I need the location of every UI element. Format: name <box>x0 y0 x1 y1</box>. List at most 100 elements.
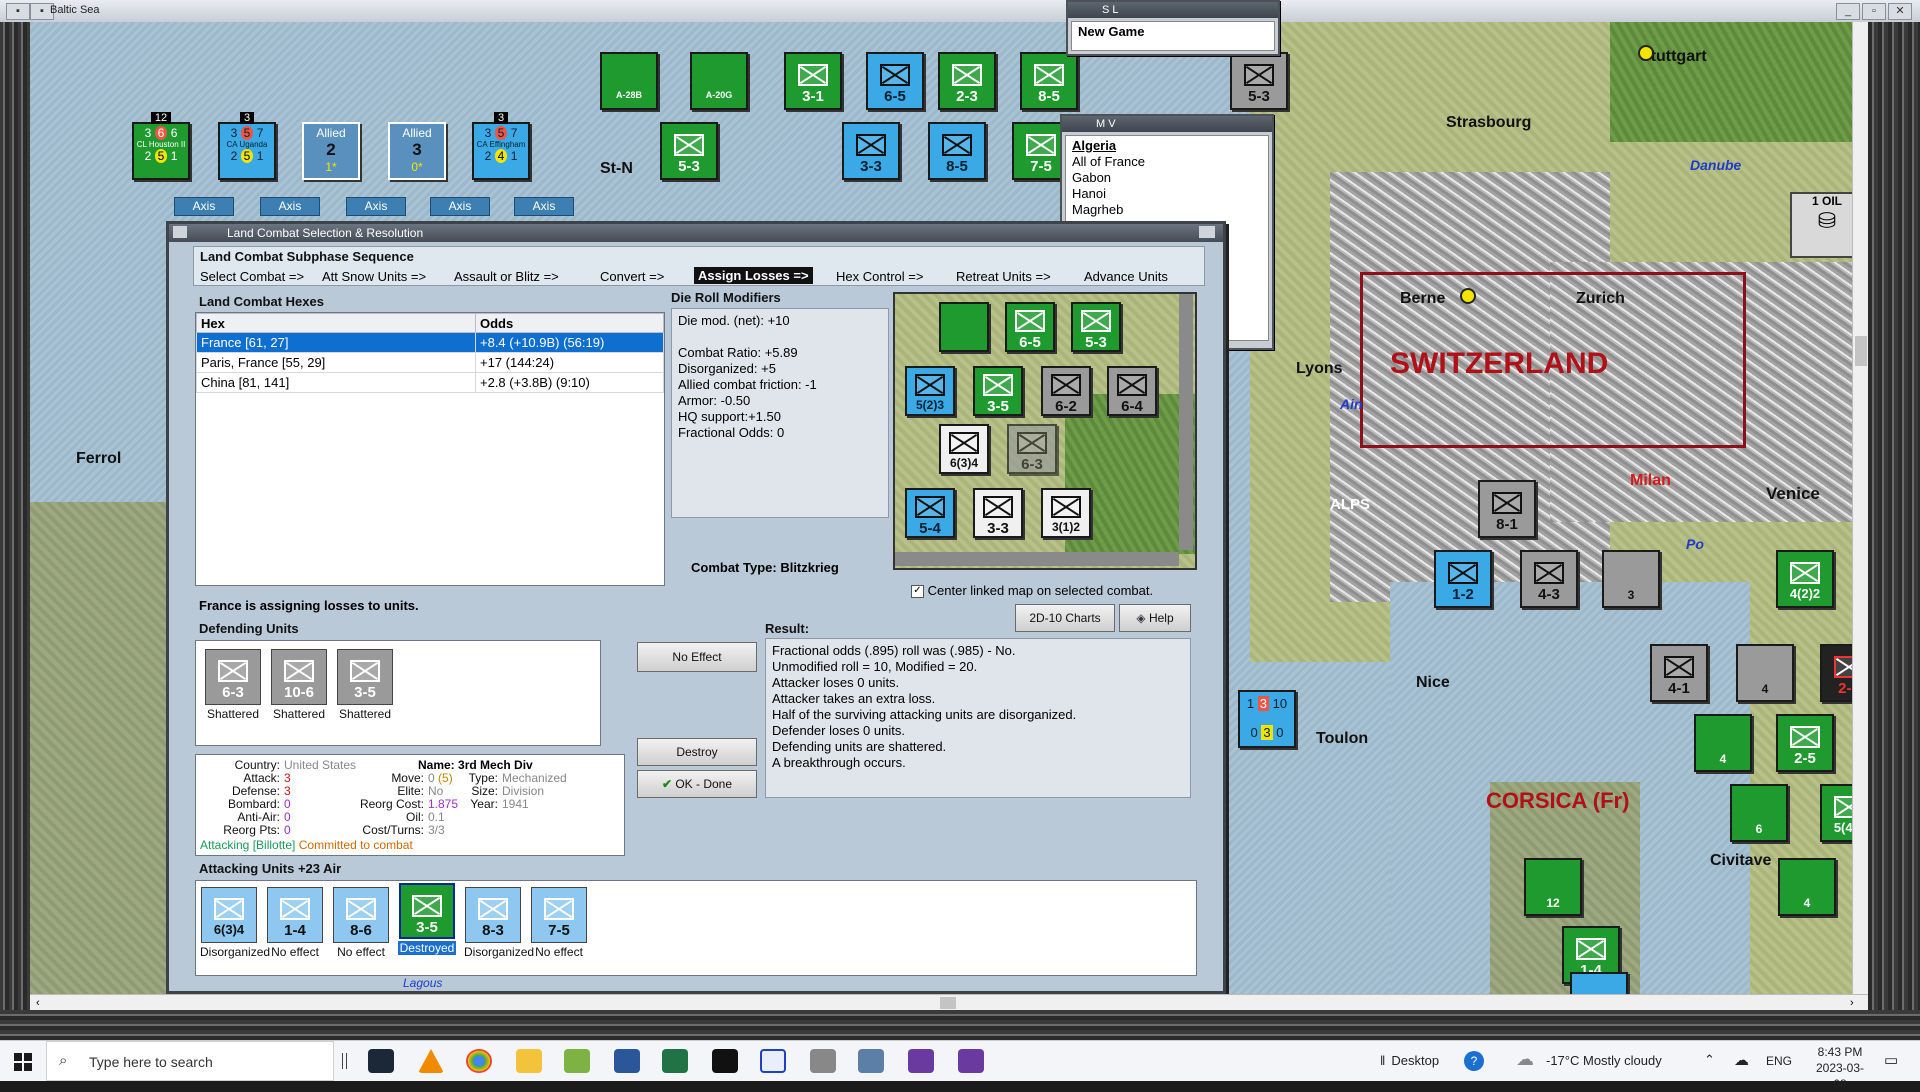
vlc-icon[interactable] <box>418 1049 444 1073</box>
air-unit-a28b[interactable]: A-28B <box>600 52 658 110</box>
map-unit-a30[interactable]: 4 <box>1778 858 1836 916</box>
taskbar-search-box[interactable]: ⌕ Type here to search <box>46 1041 334 1081</box>
naval-unit-effingham[interactable]: 3 3 5 7 CA Effingham 2 4 1 <box>472 112 530 180</box>
map-unit-6-5[interactable]: 6-5 <box>866 52 924 110</box>
mini-unit-5-3[interactable]: 5-3 <box>1071 302 1121 352</box>
air-unit-a20g[interactable]: A-20G <box>690 52 748 110</box>
map-unit-3-3[interactable]: 3-3 <box>842 122 900 180</box>
map-unit-3-1[interactable]: 3-1 <box>784 52 842 110</box>
map-unit-lightning[interactable]: 12 <box>1524 858 1582 916</box>
help-button[interactable]: ◈ Help <box>1119 604 1191 632</box>
mini-map-vscroll[interactable] <box>1179 294 1193 550</box>
hexes-list[interactable]: Hex Odds France [61, 27] +8.4 (+10.9B) (… <box>195 312 665 586</box>
ok-done-button[interactable]: ✔ OK - Done <box>637 770 757 798</box>
no-effect-button[interactable]: No Effect <box>637 642 757 672</box>
mini-unit-6-5[interactable]: 6-5 <box>1005 302 1055 352</box>
mini-unit-6-3-target[interactable]: 6-3 <box>1007 424 1057 474</box>
dialog-close-icon[interactable] <box>1199 226 1215 238</box>
windows-start-icon[interactable] <box>14 1053 32 1071</box>
window-icon[interactable] <box>858 1049 884 1073</box>
mini-unit-3-3[interactable]: 3-3 <box>973 488 1023 538</box>
defender-unit[interactable]: 3-5 Shattered <box>336 649 394 721</box>
window-menu-icon[interactable]: ▪ <box>6 3 30 20</box>
mini-unit-3-5[interactable]: 3-5 <box>973 366 1023 416</box>
horizontal-scroll-thumb[interactable] <box>940 997 956 1009</box>
help-tips-icon[interactable]: ? <box>1464 1051 1484 1071</box>
attacker-unit-selected[interactable]: 3-5 Destroyed <box>398 883 456 955</box>
tray-chevron-icon[interactable]: ⌃ <box>1704 1052 1715 1068</box>
mv-item[interactable]: Gabon <box>1072 170 1262 186</box>
naval-stack-toulon[interactable]: 1 3 10 0 3 0 <box>1238 690 1296 748</box>
mv-item[interactable]: All of France <box>1072 154 1262 170</box>
notifications-icon[interactable]: ▭ <box>1884 1051 1898 1069</box>
map-horizontal-scrollbar[interactable]: ‹ › <box>30 994 1868 1011</box>
scroll-left-icon[interactable]: ‹ <box>36 997 40 1009</box>
word-icon[interactable] <box>614 1049 640 1073</box>
desktop-toolbar[interactable]: ‖ Desktop <box>1380 1053 1439 1068</box>
map-unit-8-5[interactable]: 8-5 <box>928 122 986 180</box>
weather-text[interactable]: -17°C Mostly cloudy <box>1546 1053 1662 1068</box>
map-unit-8-1[interactable]: 8-1 <box>1478 480 1536 538</box>
mv-item[interactable]: Magrheb <box>1072 202 1262 218</box>
app-icon[interactable] <box>760 1049 786 1073</box>
attacker-unit[interactable]: 8-3 Disorganized <box>464 887 534 959</box>
mv-item[interactable]: Algeria <box>1072 138 1262 154</box>
dialog-menu-icon[interactable] <box>173 226 187 238</box>
mini-unit-5-4[interactable]: 5-4 <box>905 488 955 538</box>
axis-tab-1[interactable]: Axis <box>174 197 234 216</box>
mini-unit-6-4[interactable]: 6-4 <box>1107 366 1157 416</box>
scroll-right-icon[interactable]: › <box>1850 997 1854 1009</box>
map-unit-8-5-top[interactable]: 8-5 <box>1020 52 1078 110</box>
map-unit-gustav[interactable]: 3 <box>1602 550 1660 608</box>
calculator-icon[interactable] <box>810 1049 836 1073</box>
map-unit-bf109[interactable]: 4 <box>1736 644 1794 702</box>
mini-unit-5-2-3[interactable]: 5(2)3 <box>905 366 955 416</box>
close-icon[interactable]: ✕ <box>1888 3 1912 20</box>
restore-icon[interactable]: ▫ <box>1862 3 1886 20</box>
map-unit-p38[interactable]: 6 <box>1730 784 1788 842</box>
vertical-scroll-thumb[interactable] <box>1855 336 1867 366</box>
attacker-unit[interactable]: 6(3)4 Disorganized <box>200 887 270 959</box>
allied-box-3[interactable]: Allied 3 0* <box>388 122 446 180</box>
mini-unit-6-2[interactable]: 6-2 <box>1041 366 1091 416</box>
defender-unit[interactable]: 6-3 Shattered <box>204 649 262 721</box>
attacker-unit[interactable]: 1-4 No effect <box>266 887 324 959</box>
panel-sl-item[interactable]: New Game <box>1071 21 1275 51</box>
map-unit-5-3[interactable]: 5-3 <box>660 122 718 180</box>
network-icon[interactable]: ☁ <box>1734 1051 1749 1069</box>
hex-row[interactable]: France [61, 27] +8.4 (+10.9B) (56:19) <box>196 332 664 353</box>
netflix-icon[interactable] <box>712 1049 738 1073</box>
map-unit-5-3-grey[interactable]: 5-3 <box>1230 52 1288 110</box>
defender-unit[interactable]: 10-6 Shattered <box>270 649 328 721</box>
language-indicator[interactable]: ENG <box>1766 1054 1792 1068</box>
steam-icon[interactable] <box>368 1049 394 1073</box>
map-unit-4-3[interactable]: 4-3 <box>1520 550 1578 608</box>
hexes-header-hex[interactable]: Hex <box>196 313 476 333</box>
center-linked-checkbox[interactable]: ✓ <box>911 585 924 599</box>
charts-button[interactable]: 2D-10 Charts <box>1015 604 1115 632</box>
map-unit-2-5[interactable]: 2-5 <box>1776 714 1834 772</box>
file-explorer-icon[interactable] <box>516 1049 542 1073</box>
hex-row[interactable]: China [81, 141] +2.8 (+3.8B) (9:10) <box>196 372 664 393</box>
destroy-button[interactable]: Destroy <box>637 738 757 766</box>
hexes-header-odds[interactable]: Odds <box>475 313 664 333</box>
excel-icon[interactable] <box>662 1049 688 1073</box>
axis-tab-2[interactable]: Axis <box>260 197 320 216</box>
mv-item[interactable]: Hanoi <box>1072 186 1262 202</box>
linked-mini-map[interactable]: 6-5 5-3 5(2)3 3-5 6-2 6-4 6(3)4 6-3 5-4 … <box>893 292 1197 570</box>
attacker-unit[interactable]: 7-5 No effect <box>530 887 588 959</box>
axis-tab-4[interactable]: Axis <box>430 197 490 216</box>
minimize-icon[interactable]: _ <box>1836 3 1860 20</box>
map-unit-4-2-2[interactable]: 4(2)2 <box>1776 550 1834 608</box>
map-unit-1-2[interactable]: 1-2 <box>1434 550 1492 608</box>
mini-map-hscroll[interactable] <box>895 552 1179 566</box>
axis-tab-3[interactable]: Axis <box>346 197 406 216</box>
chrome-icon[interactable] <box>466 1049 492 1073</box>
map-unit-4-1[interactable]: 4-1 <box>1650 644 1708 702</box>
notepad-icon[interactable] <box>564 1049 590 1073</box>
mini-unit-air[interactable] <box>939 302 989 352</box>
mini-unit-3-1-2[interactable]: 3(1)2 <box>1041 488 1091 538</box>
task-view-icon[interactable] <box>342 1053 347 1069</box>
game-icon-2[interactable] <box>958 1049 984 1073</box>
axis-tab-5[interactable]: Axis <box>514 197 574 216</box>
